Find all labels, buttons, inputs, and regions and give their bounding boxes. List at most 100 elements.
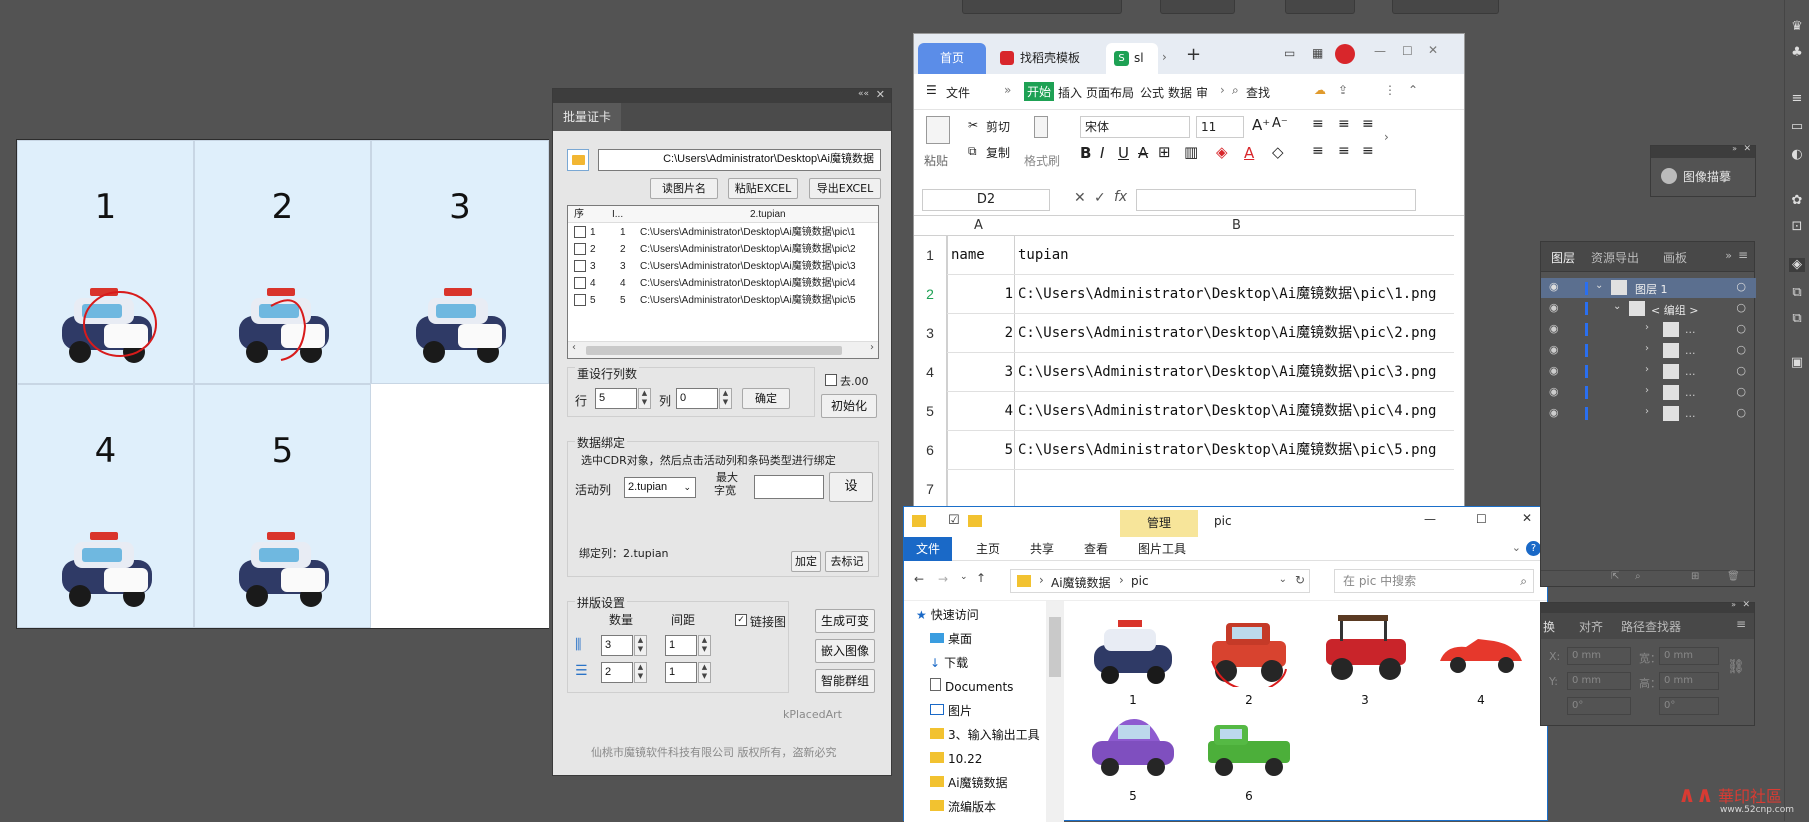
path-input[interactable]: C:\Users\Administrator\Desktop\Ai魔镜数据 — [598, 149, 881, 171]
data-list[interactable]: 序 I... 2.tupian 1 1 C:\Users\Administrator… — [567, 205, 879, 359]
close-icon[interactable]: ✕ — [1743, 144, 1751, 154]
list-item[interactable]: 3 3 C:\Users\Administrator\Desktop\Ai魔镜数据\… — [568, 258, 878, 275]
row-checkbox[interactable] — [574, 277, 586, 289]
chevron-right-icon[interactable]: › — [1645, 364, 1649, 375]
fill-icon[interactable]: ▥ — [1184, 143, 1198, 161]
artboards-icon[interactable]: ⧉ — [1789, 286, 1805, 300]
path-segment[interactable]: Ai魔镜数据 — [1051, 574, 1111, 591]
panel-menu-icon[interactable]: ≡ — [1738, 248, 1748, 262]
paste-icon[interactable] — [926, 116, 950, 144]
row-count-input[interactable]: 5 — [595, 388, 637, 409]
brushes-icon[interactable]: ⊡ — [1789, 220, 1805, 234]
layers-icon[interactable]: ◈ — [1789, 258, 1805, 272]
layer-row[interactable]: ◉ ›... ○ — [1541, 383, 1756, 403]
refresh-icon[interactable]: ↻ — [1295, 573, 1305, 587]
menu-icon[interactable]: ☰ — [926, 83, 937, 97]
menu-file[interactable]: 文件 — [946, 84, 970, 101]
cell-b[interactable]: C:\Users\Administrator\Desktop\Ai魔镜数据\pi… — [1018, 314, 1436, 353]
card-cell[interactable]: 1 — [17, 140, 194, 384]
cancel-icon[interactable]: ✕ — [1074, 190, 1086, 206]
height-input[interactable]: 0 mm — [1659, 672, 1719, 690]
file-thumbnail[interactable]: 2 — [1204, 611, 1294, 707]
border-icon[interactable]: ⊞ — [1158, 143, 1171, 161]
share-icon[interactable]: ⇪ — [1338, 83, 1348, 97]
visibility-icon[interactable]: ◉ — [1549, 406, 1559, 419]
qty-y-stepper[interactable]: ▲ ▼ — [634, 662, 647, 683]
close-icon[interactable]: ✕ — [1428, 43, 1438, 57]
active-col-select[interactable]: 2.tupian ⌄ — [624, 477, 696, 498]
target-icon[interactable]: ○ — [1736, 406, 1746, 419]
comments-icon[interactable]: ▣ — [1789, 356, 1805, 370]
menu-page-layout[interactable]: 页面布局 — [1086, 84, 1134, 101]
col-header-a[interactable]: A — [974, 218, 983, 233]
sublayer-name[interactable]: ... — [1685, 365, 1696, 378]
maximize-icon[interactable]: ☐ — [1476, 512, 1487, 526]
italic-icon[interactable]: I — [1100, 144, 1104, 162]
trim-checkbox[interactable] — [825, 374, 837, 386]
visibility-icon[interactable]: ◉ — [1549, 385, 1559, 398]
minimize-icon[interactable]: — — [1424, 512, 1436, 526]
cell-b[interactable]: C:\Users\Administrator\Desktop\Ai魔镜数据\pi… — [1018, 392, 1436, 431]
remove-mark-button[interactable]: 去标记 — [825, 551, 869, 572]
back-icon[interactable]: ← — [914, 572, 924, 586]
gap-y-stepper[interactable]: ▲ ▼ — [698, 662, 711, 683]
layer-row[interactable]: ◉ ⌄ < 编组 > ○ — [1541, 299, 1756, 319]
font-color-icon[interactable]: A — [1244, 144, 1254, 162]
cell-a[interactable]: 2 — [951, 314, 1013, 353]
new-folder-icon[interactable] — [968, 515, 982, 527]
target-icon[interactable]: ○ — [1736, 301, 1746, 314]
tab-template[interactable]: 找稻壳模板 — [992, 43, 1100, 74]
chevron-right-icon[interactable]: › — [1162, 50, 1167, 64]
spreadsheet-grid[interactable]: A B 1 name tupian 2 1 C:\Users\Administrator… — [914, 216, 1454, 509]
delete-icon[interactable]: 🗑 — [1727, 571, 1740, 582]
panel-menu-icon[interactable]: ≡ — [1736, 617, 1746, 631]
apps-icon[interactable]: ▦ — [1312, 46, 1323, 60]
chevron-right-icon[interactable]: › — [1645, 322, 1649, 333]
visibility-icon[interactable]: ◉ — [1549, 301, 1559, 314]
target-icon[interactable]: ○ — [1736, 343, 1746, 356]
width-input[interactable]: 0 mm — [1659, 647, 1719, 665]
format-brush-icon[interactable] — [1034, 116, 1048, 138]
paste-excel-button[interactable]: 粘贴EXCEL — [728, 178, 798, 199]
layer-row[interactable]: ◉ ›... ○ — [1541, 320, 1756, 340]
chevron-down-icon[interactable]: ⌄ — [1512, 541, 1521, 554]
table-row[interactable]: 2 1 C:\Users\Administrator\Desktop\Ai魔镜数据\… — [914, 275, 1454, 314]
tab-file[interactable]: 文件 — [904, 537, 953, 561]
link-icon[interactable]: ⛓ — [1727, 659, 1745, 675]
visibility-icon[interactable]: ◉ — [1549, 364, 1559, 377]
align-middle-icon[interactable]: ≡ — [1338, 116, 1350, 132]
chevron-right-icon[interactable]: › — [1384, 130, 1389, 144]
rotate-input[interactable]: 0° — [1567, 697, 1631, 715]
tab-home[interactable]: 首页 — [918, 43, 986, 74]
list-item[interactable]: 4 4 C:\Users\Administrator\Desktop\Ai魔镜数据\… — [568, 275, 878, 292]
table-row[interactable]: 5 4 C:\Users\Administrator\Desktop\Ai魔镜数据\… — [914, 392, 1454, 431]
align-left-icon[interactable]: ≡ — [1312, 143, 1324, 159]
nav-folder[interactable]: 10.22 — [930, 747, 982, 771]
generate-variable-button[interactable]: 生成可变 — [815, 609, 875, 633]
cell-a[interactable]: 5 — [951, 431, 1013, 470]
folder-open-icon[interactable] — [567, 149, 589, 171]
card-cell[interactable]: 5 — [194, 384, 371, 628]
gradient-icon[interactable]: ▭ — [1789, 120, 1805, 134]
chevron-right-icon[interactable]: › — [1645, 406, 1649, 417]
gap-x-stepper[interactable]: ▲ ▼ — [698, 635, 711, 656]
nav-quick-access[interactable]: ★ 快速访问 — [916, 603, 979, 627]
max-width-input[interactable] — [754, 475, 824, 499]
file-thumbnail[interactable]: 4 — [1436, 611, 1526, 707]
confirm-button[interactable]: 确定 — [742, 388, 790, 409]
bold-icon[interactable]: B — [1080, 144, 1091, 162]
chevron-right-icon[interactable]: › — [1220, 83, 1225, 97]
collapse-icon[interactable]: » — [1732, 144, 1737, 153]
cell-b[interactable]: C:\Users\Administrator\Desktop\Ai魔镜数据\pi… — [1018, 275, 1436, 314]
row-checkbox[interactable] — [574, 243, 586, 255]
menu-insert[interactable]: 插入 — [1058, 84, 1082, 101]
menu-start[interactable]: 开始 — [1024, 82, 1055, 101]
nav-folder[interactable]: 3、输入输出工具 — [930, 723, 1040, 747]
font-size-select[interactable]: 11 — [1196, 116, 1244, 138]
card-cell[interactable]: 3 — [371, 140, 549, 384]
strikethrough-icon[interactable]: A — [1138, 144, 1148, 162]
cell-a[interactable]: 3 — [951, 353, 1013, 392]
increase-font-icon[interactable]: A⁺ — [1252, 116, 1270, 134]
card-cell[interactable]: 2 — [194, 140, 371, 384]
cloud-icon[interactable]: ☁ — [1314, 83, 1326, 97]
